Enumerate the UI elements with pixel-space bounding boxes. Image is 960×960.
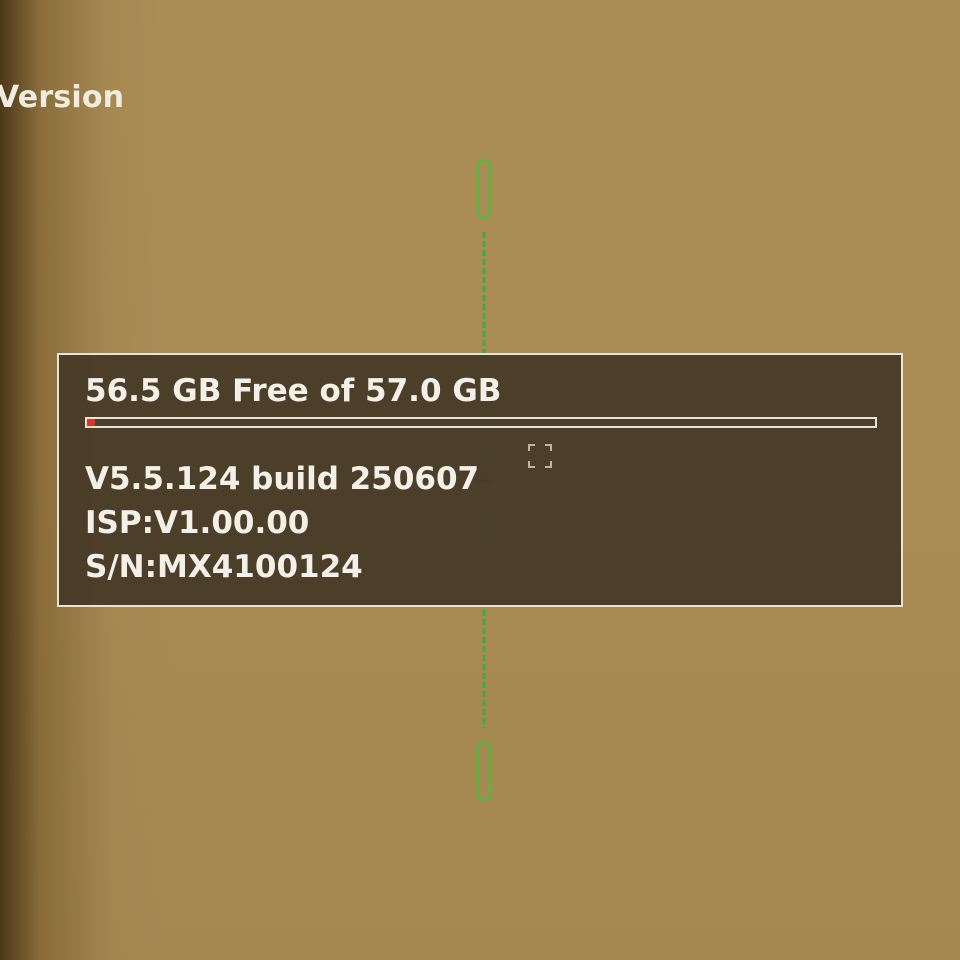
reticle-bottom-capsule	[477, 741, 491, 801]
isp-version: ISP:V1.00.00	[85, 505, 310, 541]
serial-number: S/N:MX4100124	[85, 549, 363, 585]
info-panel: 56.5 GB Free of 57.0 GB V5.5.124 build 2…	[57, 353, 903, 607]
storage-progress-fill	[87, 419, 95, 426]
storage-progress-bar	[85, 417, 877, 428]
storage-label: 56.5 GB Free of 57.0 GB	[85, 373, 502, 409]
focus-bracket-icon	[528, 444, 552, 468]
version-title: Version	[0, 80, 125, 115]
reticle-top-capsule	[477, 159, 491, 219]
firmware-version: V5.5.124 build 250607	[85, 461, 480, 497]
